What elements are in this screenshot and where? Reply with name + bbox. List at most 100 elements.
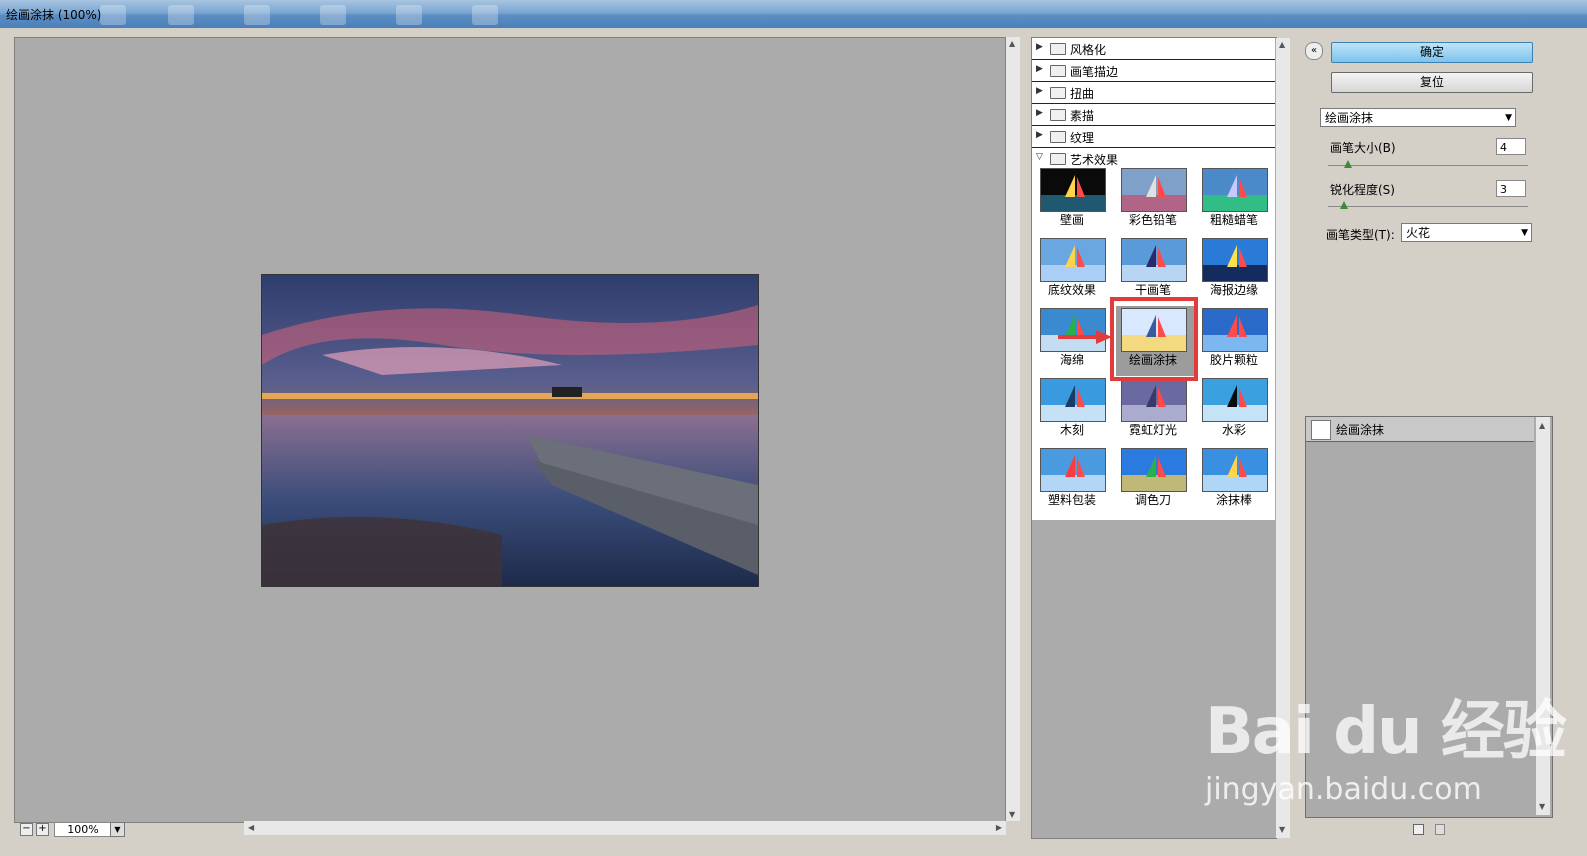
category-brush-strokes[interactable]: ▶ 画笔描边: [1032, 60, 1275, 82]
taskbar-icon: [320, 5, 346, 25]
filter-thumbnail-label: 干画笔: [1134, 283, 1171, 297]
category-label: 风格化: [1070, 43, 1107, 57]
category-label: 画笔描边: [1070, 65, 1119, 79]
category-label: 扭曲: [1070, 87, 1095, 101]
folder-icon: [1050, 87, 1066, 99]
expand-arrow-icon[interactable]: ▶: [1036, 86, 1043, 96]
filter-thumbnail[interactable]: [1202, 308, 1268, 352]
filter-thumbnail[interactable]: [1040, 168, 1106, 212]
brush-type-label: 画笔类型(T):: [1326, 228, 1395, 242]
filter-thumbnail-label: 调色刀: [1134, 493, 1171, 507]
filter-thumbnail-label: 胶片颗粒: [1209, 353, 1258, 367]
baidu-watermark-url: jingyan.baidu.com: [1205, 772, 1482, 807]
expand-arrow-icon[interactable]: ▶: [1036, 64, 1043, 74]
filter-thumbnail[interactable]: [1121, 448, 1187, 492]
folder-icon: [1050, 65, 1066, 77]
arrow-icon: [1058, 330, 1112, 344]
taskbar-icon: [168, 5, 194, 25]
zoom-out-button[interactable]: −: [20, 823, 33, 836]
taskbar-icon: [100, 5, 126, 25]
scroll-up-icon[interactable]: ▲: [1539, 421, 1545, 430]
chevron-down-icon[interactable]: ▼: [110, 822, 125, 837]
expand-arrow-icon[interactable]: ▶: [1036, 130, 1043, 140]
ok-button[interactable]: 确定: [1331, 42, 1533, 63]
filter-thumbnail-label: 底纹效果: [1047, 283, 1096, 297]
filter-thumbnail[interactable]: [1202, 238, 1268, 282]
chevron-down-icon: ▼: [1521, 228, 1528, 238]
brush-size-label: 画笔大小(B): [1330, 141, 1396, 155]
filter-thumbnail[interactable]: [1121, 168, 1187, 212]
sharpness-slider-handle[interactable]: [1340, 201, 1348, 209]
category-label: 艺术效果: [1070, 153, 1119, 167]
preview-vertical-scrollbar[interactable]: ▲ ▼: [1006, 37, 1020, 821]
brush-size-input[interactable]: 4: [1496, 138, 1526, 155]
scroll-down-icon[interactable]: ▼: [1279, 825, 1285, 834]
category-texture[interactable]: ▶ 纹理: [1032, 126, 1275, 148]
scroll-up-icon[interactable]: ▲: [1279, 40, 1285, 49]
sharpness-label: 锐化程度(S): [1330, 183, 1395, 197]
brush-type-select[interactable]: 火花 ▼: [1401, 223, 1532, 242]
filter-thumbnail-label: 壁画: [1059, 213, 1084, 227]
preview-image: [261, 274, 759, 587]
zoom-level-field[interactable]: 100%: [54, 822, 112, 837]
zoom-in-button[interactable]: +: [36, 823, 49, 836]
scroll-down-icon[interactable]: ▼: [1539, 802, 1545, 811]
filter-thumbnail[interactable]: [1040, 238, 1106, 282]
filter-thumbnail-label: 木刻: [1059, 423, 1084, 437]
taskbar-icon: [396, 5, 422, 25]
collapse-panel-button[interactable]: «: [1305, 42, 1323, 60]
reset-button[interactable]: 复位: [1331, 72, 1533, 93]
brush-type-value: 火花: [1406, 226, 1431, 240]
effect-layer-name: 绘画涂抹: [1336, 423, 1385, 437]
scroll-down-icon[interactable]: ▼: [1009, 810, 1015, 819]
filter-thumbnail-label: 彩色铅笔: [1128, 213, 1177, 227]
chevron-down-icon: ▼: [1505, 113, 1512, 123]
expand-arrow-icon[interactable]: ▶: [1036, 108, 1043, 118]
category-stylize[interactable]: ▶ 风格化: [1032, 38, 1275, 60]
filter-thumbnail-label: 水彩: [1221, 423, 1246, 437]
taskbar-icon: [472, 5, 498, 25]
filter-thumbnail-label: 海报边缘: [1209, 283, 1258, 297]
category-artistic[interactable]: ▽ 艺术效果: [1032, 148, 1275, 169]
filter-thumbnail[interactable]: [1202, 168, 1268, 212]
filter-thumbnail-label: 涂抹棒: [1215, 493, 1252, 507]
category-sketch[interactable]: ▶ 素描: [1032, 104, 1275, 126]
layer-visibility-icon[interactable]: [1311, 420, 1331, 440]
expand-arrow-icon[interactable]: ▶: [1036, 42, 1043, 52]
category-label: 纹理: [1070, 131, 1095, 145]
sharpness-input[interactable]: 3: [1496, 180, 1526, 197]
filter-thumbnail-label: 粗糙蜡笔: [1209, 213, 1258, 227]
filter-thumbnail[interactable]: [1202, 378, 1268, 422]
new-layer-icon[interactable]: [1413, 824, 1424, 835]
folder-icon: [1050, 109, 1066, 121]
preview-horizontal-scrollbar[interactable]: ◀ ▶: [244, 821, 1006, 835]
scroll-left-icon[interactable]: ◀: [248, 823, 254, 832]
filter-select-value: 绘画涂抹: [1325, 111, 1374, 125]
category-distort[interactable]: ▶ 扭曲: [1032, 82, 1275, 104]
category-label: 素描: [1070, 109, 1095, 123]
folder-icon: [1050, 131, 1066, 143]
filter-thumbnail-label: 塑料包装: [1047, 493, 1096, 507]
window-title: 绘画涂抹 (100%): [6, 8, 102, 22]
filter-thumbnail[interactable]: [1121, 238, 1187, 282]
selected-filter-highlight: [1110, 297, 1198, 381]
brush-size-slider-handle[interactable]: [1344, 160, 1352, 168]
filter-thumbnail-label: 海绵: [1059, 353, 1084, 367]
scroll-right-icon[interactable]: ▶: [996, 823, 1002, 832]
filter-thumbnail[interactable]: [1040, 448, 1106, 492]
folder-open-icon: [1050, 153, 1066, 165]
scroll-up-icon[interactable]: ▲: [1009, 39, 1015, 48]
title-bar: 绘画涂抹 (100%): [0, 0, 1587, 28]
filter-select[interactable]: 绘画涂抹 ▼: [1320, 108, 1516, 127]
taskbar-icon: [244, 5, 270, 25]
filter-thumbnail[interactable]: [1040, 378, 1106, 422]
filter-thumbnail[interactable]: [1202, 448, 1268, 492]
sharpness-slider[interactable]: [1328, 206, 1528, 207]
folder-icon: [1050, 43, 1066, 55]
brush-size-slider[interactable]: [1328, 165, 1528, 166]
trash-icon[interactable]: [1435, 824, 1445, 835]
baidu-watermark-logo: Bai du 经验: [1205, 695, 1567, 769]
filter-thumbnail[interactable]: [1121, 378, 1187, 422]
collapse-arrow-icon[interactable]: ▽: [1036, 152, 1043, 162]
filter-thumbnail-label: 霓虹灯光: [1128, 423, 1177, 437]
